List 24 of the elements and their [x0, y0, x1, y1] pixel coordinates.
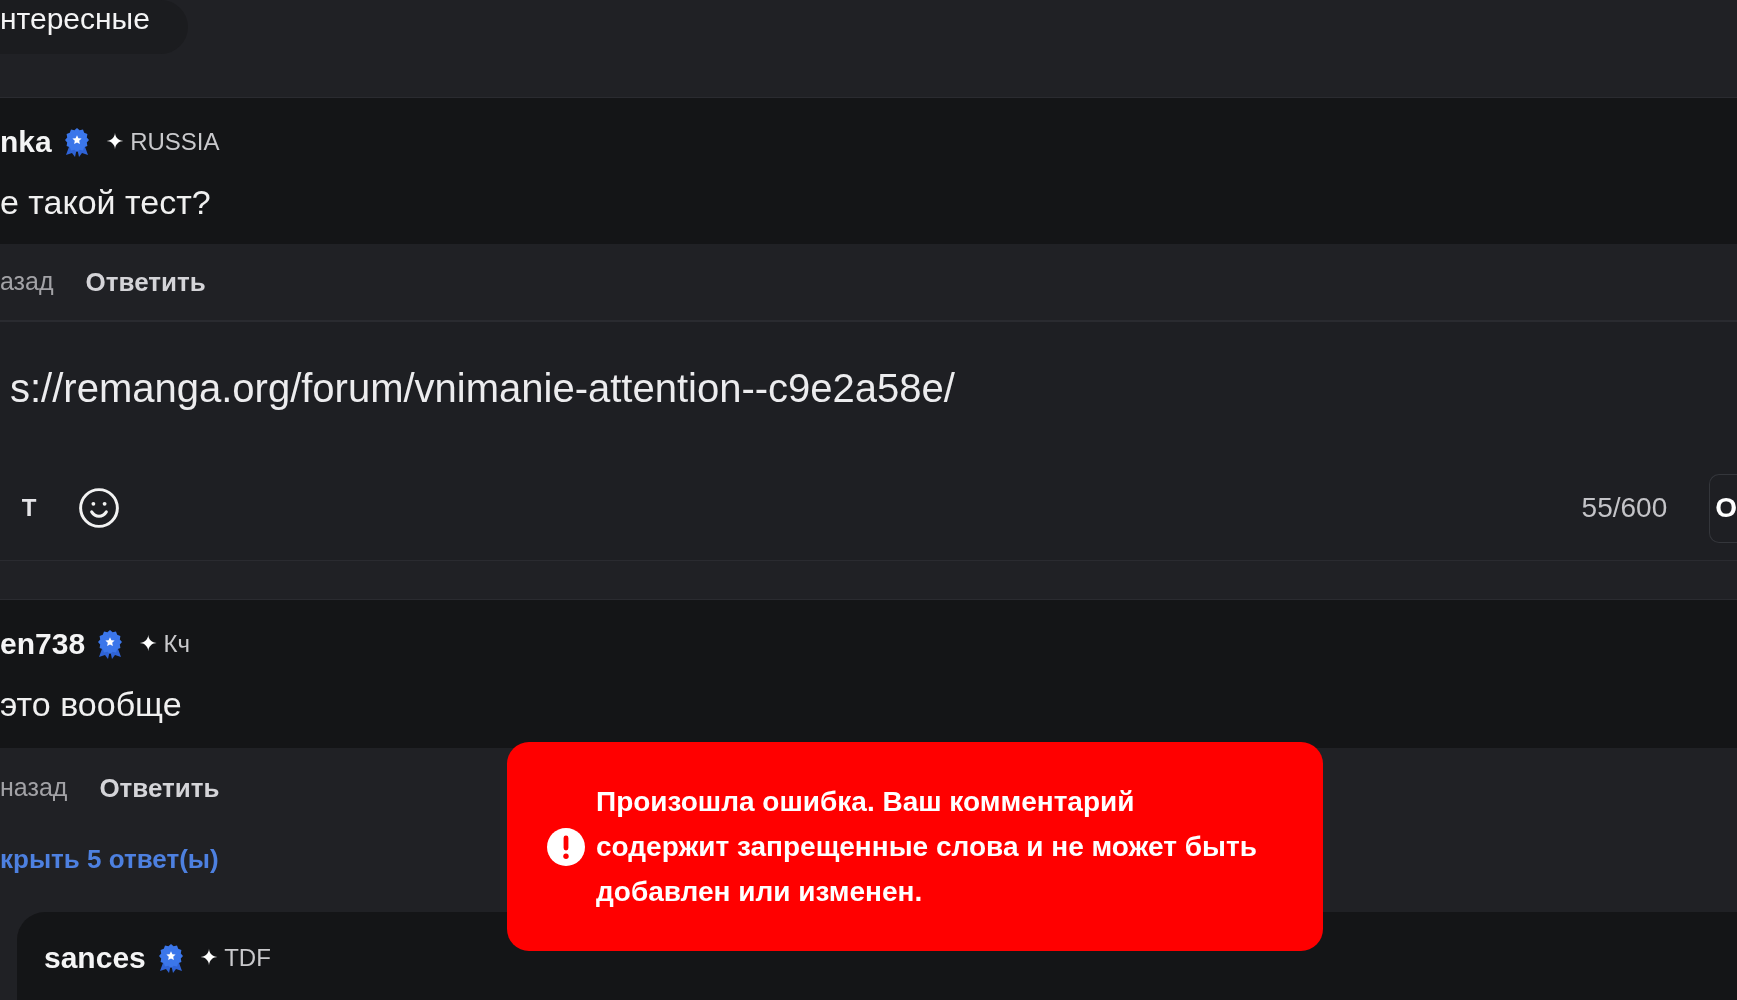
- sparkle-mark: ✦: [139, 630, 158, 658]
- comment-input[interactable]: s://remanga.org/forum/vnimanie-attention--c9e2a58e/: [0, 322, 1737, 452]
- alert-icon: [547, 827, 585, 866]
- username[interactable]: nka: [0, 124, 52, 160]
- character-counter: 55/600: [1581, 491, 1668, 525]
- username[interactable]: en738: [0, 626, 86, 662]
- reply-button[interactable]: Ответить: [85, 262, 206, 302]
- user-tag: TDF: [224, 943, 271, 973]
- comment-time: назад: [0, 772, 68, 804]
- filter-chip[interactable]: нтересные: [0, 0, 188, 54]
- user-tag: Кч: [163, 629, 190, 659]
- smiley-icon: [78, 487, 120, 529]
- user-tag: RUSSIA: [130, 127, 220, 157]
- username[interactable]: sances: [44, 940, 146, 976]
- sparkle-mark: ✦: [199, 944, 219, 972]
- toast-message: Произошла ошибка. Ваш комментарий содержит запрещенные слова и не может быть добавлен или изменен.: [596, 785, 1258, 909]
- submit-button[interactable]: О: [1709, 473, 1737, 543]
- text-format-button[interactable]: T: [12, 486, 46, 530]
- comment-text: е такой тест?: [0, 182, 212, 222]
- reply-button[interactable]: Ответить: [99, 768, 220, 808]
- comment-time: азад: [0, 266, 54, 298]
- replies-toggle[interactable]: крыть 5 ответ(ы): [0, 839, 219, 879]
- sparkle-mark: ✦: [105, 128, 125, 156]
- comment-text: это вообще: [0, 684, 183, 724]
